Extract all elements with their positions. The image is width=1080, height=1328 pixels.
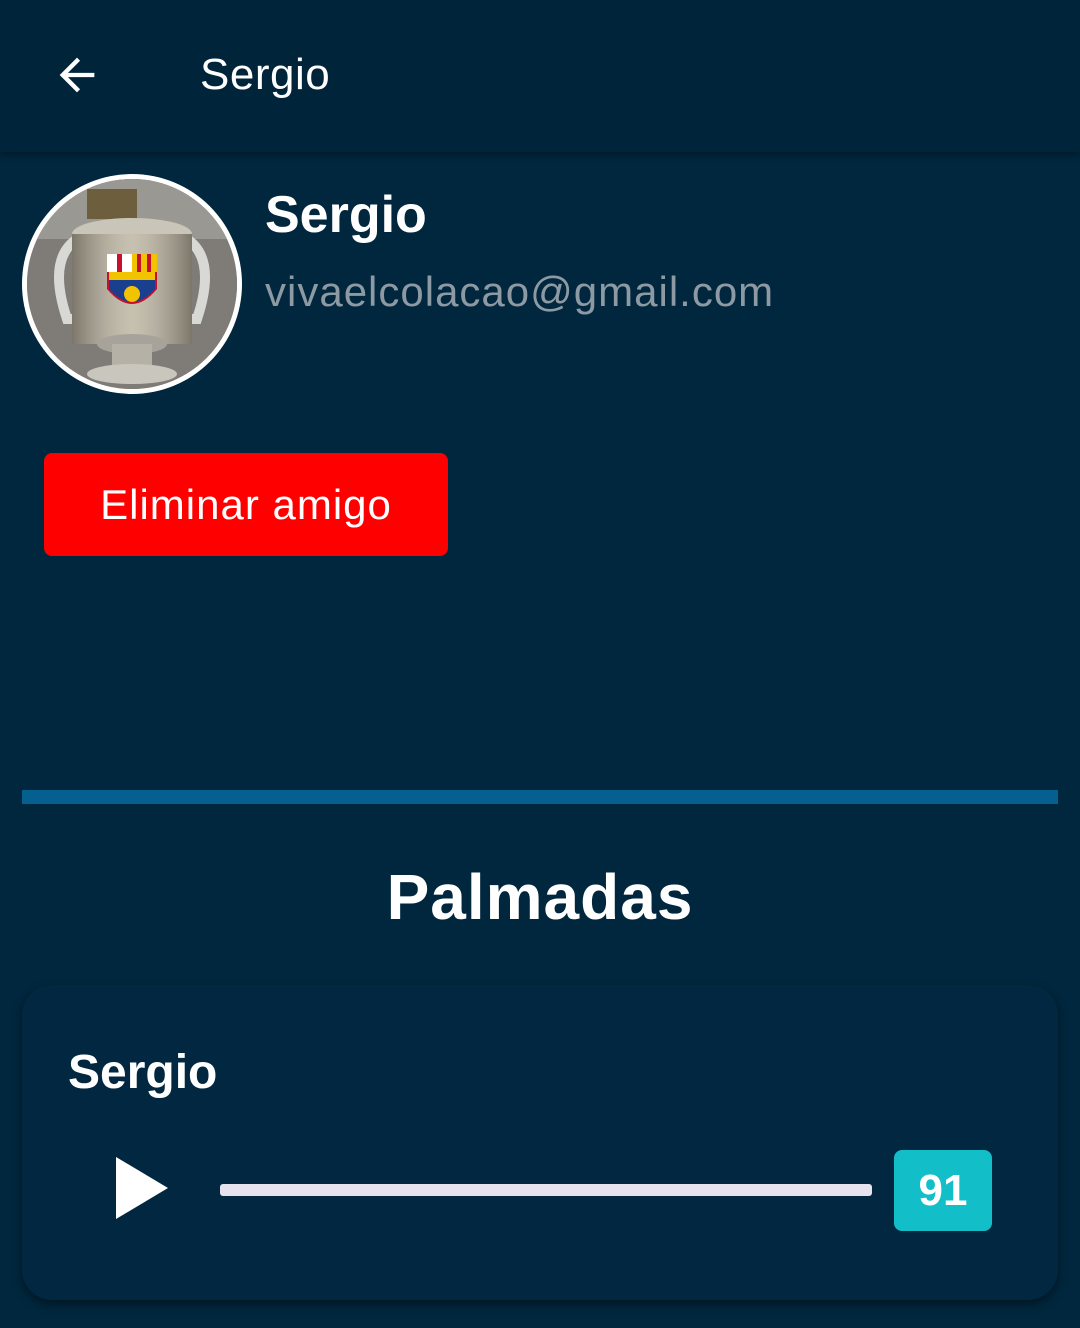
avatar: [22, 174, 242, 394]
avatar-photo: [27, 179, 237, 389]
section-title: Palmadas: [386, 861, 694, 933]
profile-name: Sergio: [265, 186, 427, 244]
friend-profile-screen: Sergio Sergio vivaelcolacao@gmail.com El…: [0, 0, 1080, 1328]
arrow-left-icon: [51, 49, 103, 106]
page-title: Sergio: [200, 50, 331, 99]
back-button[interactable]: [38, 38, 116, 116]
audio-card-title: Sergio: [68, 1046, 218, 1099]
audio-progress-bar[interactable]: [220, 1184, 872, 1196]
audio-card: Sergio 91: [22, 985, 1058, 1300]
profile-email: vivaelcolacao@gmail.com: [265, 268, 775, 315]
play-icon: [114, 1155, 170, 1226]
app-bar: Sergio: [0, 0, 1080, 152]
remove-friend-button[interactable]: Eliminar amigo: [44, 453, 448, 556]
play-button[interactable]: [102, 1150, 182, 1230]
section-divider: [22, 790, 1058, 804]
count-badge: 91: [894, 1150, 992, 1231]
